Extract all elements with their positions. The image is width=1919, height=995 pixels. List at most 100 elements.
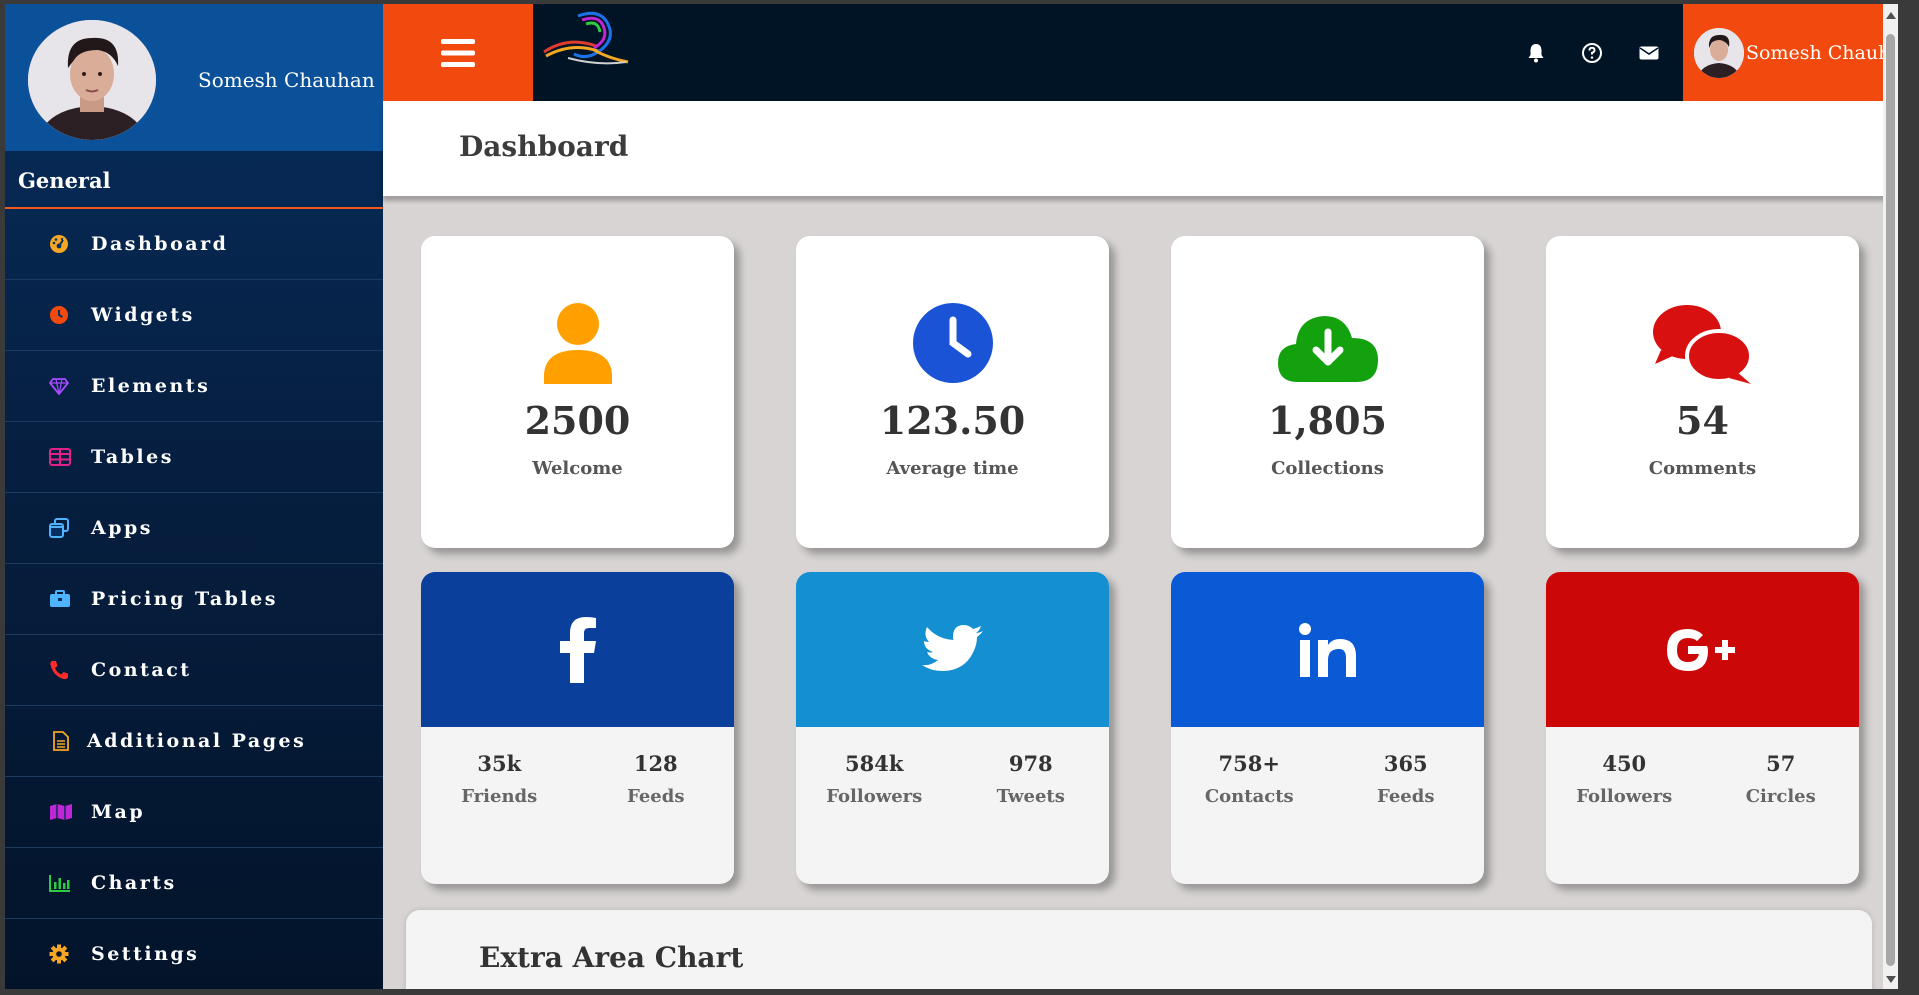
sidebar-item-label: Elements — [91, 375, 211, 397]
scroll-down-arrow[interactable] — [1886, 976, 1896, 983]
user-menu[interactable]: Somesh Chauhan — [1683, 4, 1898, 101]
social-card-facebook[interactable]: 35k Friends 128 Feeds — [421, 572, 734, 884]
stat-label: Comments — [1648, 458, 1757, 479]
sidebar-item-widgets[interactable]: Widgets — [5, 280, 383, 351]
sidebar-item-additional-pages[interactable]: Additional Pages — [5, 706, 383, 777]
social-stat-value: 584k — [845, 751, 904, 776]
hamburger-icon — [441, 38, 475, 67]
sidebar-item-dashboard[interactable]: Dashboard — [5, 209, 383, 280]
phone-icon — [49, 659, 77, 681]
social-card-twitter[interactable]: 584k Followers 978 Tweets — [796, 572, 1109, 884]
stat-value: 2500 — [524, 398, 631, 443]
area-chart-card: Extra Area Chart — [406, 910, 1872, 989]
window-icon — [49, 517, 77, 539]
stat-card-welcome[interactable]: 2500 Welcome — [421, 236, 734, 548]
sidebar-item-label: Contact — [91, 659, 192, 681]
sidebar-item-label: Map — [91, 801, 146, 823]
sidebar-item-tables[interactable]: Tables — [5, 422, 383, 493]
envelope-icon[interactable] — [1637, 41, 1661, 65]
sidebar-item-pricing-tables[interactable]: Pricing Tables — [5, 564, 383, 635]
sidebar-item-label: Charts — [91, 872, 177, 894]
stat-card-average-time[interactable]: 123.50 Average time — [796, 236, 1109, 548]
stat-value: 54 — [1676, 398, 1729, 443]
sidebar-item-contact[interactable]: Contact — [5, 635, 383, 706]
bar-chart-icon — [49, 872, 77, 894]
brand-logo[interactable] — [538, 6, 633, 74]
social-stat: 35k Friends — [421, 751, 578, 807]
social-card-linkedin[interactable]: 758+ Contacts 365 Feeds — [1171, 572, 1484, 884]
page-header: Dashboard — [383, 101, 1898, 196]
bell-icon[interactable] — [1524, 41, 1548, 65]
twitter-icon — [921, 624, 983, 671]
avatar — [1694, 27, 1744, 78]
gear-icon — [49, 943, 77, 965]
clock-icon — [796, 302, 1109, 386]
social-stat-label: Contacts — [1204, 786, 1294, 807]
scrollbar[interactable] — [1883, 4, 1898, 989]
google-plus-icon — [1666, 628, 1735, 671]
social-card-header — [796, 572, 1109, 727]
social-stat-label: Followers — [1576, 786, 1673, 807]
stat-card-comments[interactable]: 54 Comments — [1546, 236, 1859, 548]
sidebar-item-label: Settings — [91, 943, 200, 965]
social-stat-label: Feeds — [1377, 786, 1435, 807]
sidebar-item-elements[interactable]: Elements — [5, 351, 383, 422]
sidebar: Somesh Chauhan General Dashboard Widgets — [5, 4, 383, 989]
app-window: Somesh Chauhan General Dashboard Widgets — [5, 4, 1898, 989]
sidebar-section-title: General — [5, 151, 383, 209]
topbar: Somesh Chauhan — [383, 4, 1898, 101]
map-icon — [49, 801, 77, 823]
page-title: Dashboard — [459, 130, 629, 163]
sidebar-item-label: Dashboard — [91, 233, 229, 255]
facebook-icon — [559, 616, 596, 683]
social-stats: 584k Followers 978 Tweets — [796, 727, 1109, 807]
scroll-up-arrow[interactable] — [1886, 12, 1896, 19]
social-stat-value: 57 — [1766, 751, 1796, 776]
table-icon — [49, 446, 77, 468]
briefcase-icon — [49, 588, 77, 610]
sidebar-item-label: Additional Pages — [87, 730, 307, 752]
help-icon[interactable] — [1580, 41, 1604, 65]
diamond-icon — [49, 375, 77, 397]
social-card-google-plus[interactable]: 450 Followers 57 Circles — [1546, 572, 1859, 884]
stat-label: Collections — [1271, 458, 1384, 479]
cloud-download-icon — [1171, 302, 1484, 386]
sidebar-item-settings[interactable]: Settings — [5, 919, 383, 989]
social-stat: 758+ Contacts — [1171, 751, 1328, 807]
social-card-header — [1546, 572, 1859, 727]
social-card-header — [421, 572, 734, 727]
menu-toggle-button[interactable] — [383, 4, 533, 101]
sidebar-item-label: Widgets — [91, 304, 195, 326]
stat-label: Average time — [886, 458, 1019, 479]
sidebar-item-label: Tables — [91, 446, 174, 468]
linkedin-icon — [1298, 622, 1356, 677]
social-stat-label: Followers — [826, 786, 923, 807]
social-stat: 450 Followers — [1546, 751, 1703, 807]
social-stat: 128 Feeds — [578, 751, 735, 807]
user-icon — [421, 302, 734, 386]
sidebar-menu: Dashboard Widgets Elements Tables Apps P… — [5, 209, 383, 989]
social-stat-label: Tweets — [996, 786, 1065, 807]
sidebar-item-charts[interactable]: Charts — [5, 848, 383, 919]
social-stat-value: 978 — [1008, 751, 1053, 776]
sidebar-item-map[interactable]: Map — [5, 777, 383, 848]
social-stat-value: 35k — [477, 751, 522, 776]
gauge-icon — [49, 233, 77, 255]
sidebar-item-label: Apps — [91, 517, 154, 539]
social-card-header — [1171, 572, 1484, 727]
scrollbar-thumb[interactable] — [1886, 34, 1895, 966]
comments-icon — [1546, 302, 1859, 386]
social-stat-value: 365 — [1383, 751, 1428, 776]
social-stat: 584k Followers — [796, 751, 953, 807]
social-stat: 365 Feeds — [1328, 751, 1485, 807]
stat-value: 1,805 — [1268, 398, 1387, 443]
avatar[interactable] — [28, 20, 156, 140]
stat-card-collections[interactable]: 1,805 Collections — [1171, 236, 1484, 548]
stat-label: Welcome — [532, 458, 623, 479]
social-stat-label: Feeds — [627, 786, 685, 807]
social-stat: 978 Tweets — [953, 751, 1110, 807]
social-stats: 35k Friends 128 Feeds — [421, 727, 734, 807]
sidebar-item-apps[interactable]: Apps — [5, 493, 383, 564]
profile-name: Somesh Chauhan — [198, 68, 375, 92]
stat-value: 123.50 — [879, 398, 1026, 443]
